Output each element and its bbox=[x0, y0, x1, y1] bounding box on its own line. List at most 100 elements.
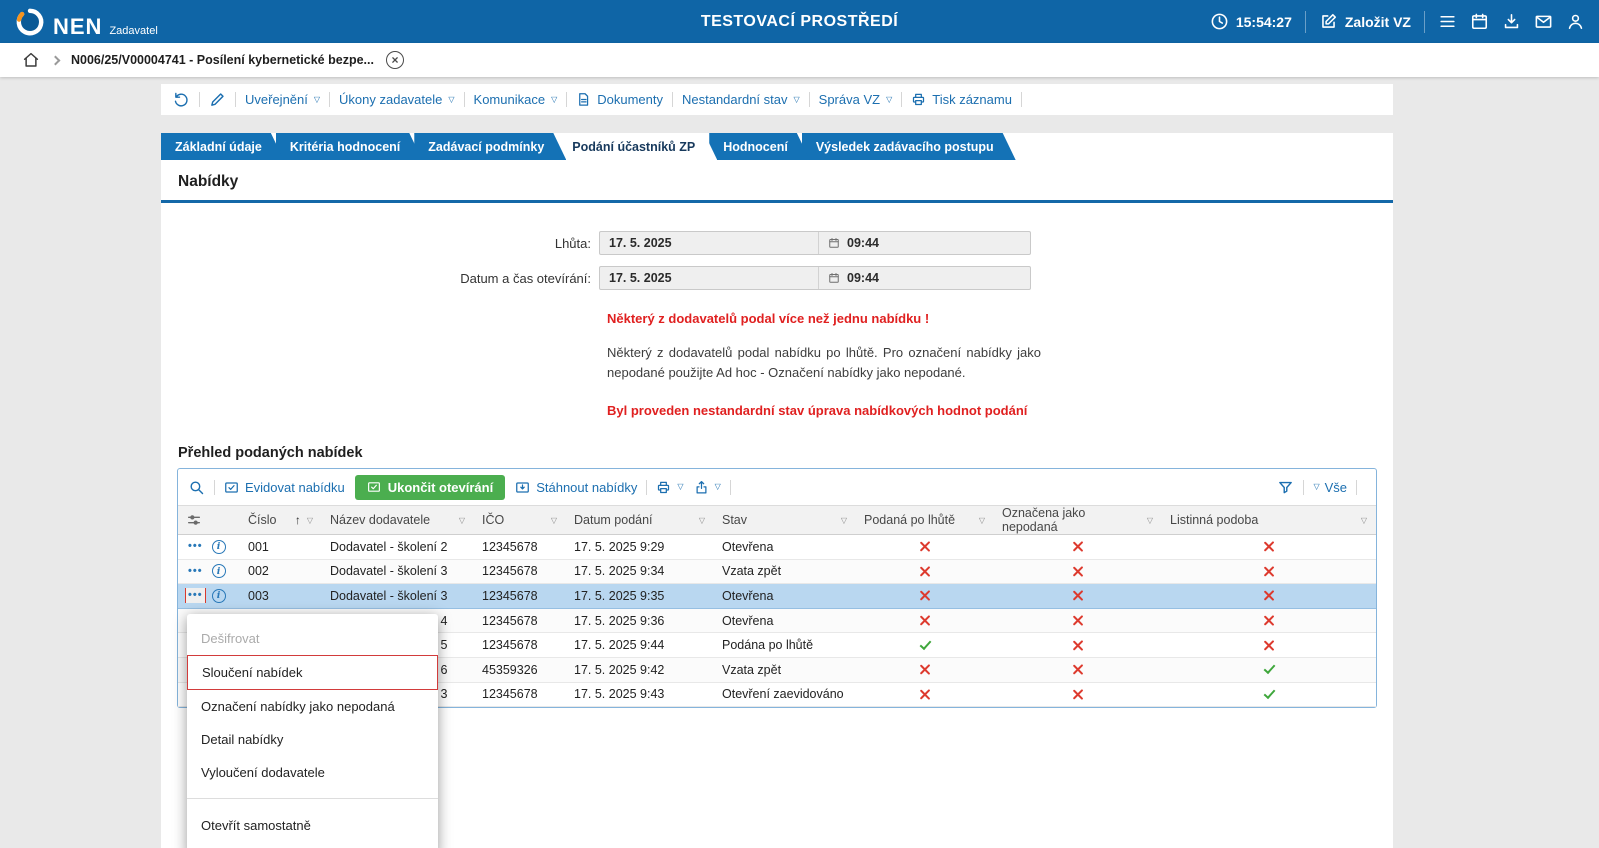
evidovat-label: Evidovat nabídku bbox=[245, 480, 345, 495]
column-filter-icon[interactable]: ▽ bbox=[551, 516, 557, 525]
cell-nazev: Dodavatel - školení 3 bbox=[322, 564, 474, 578]
row-menu-button[interactable]: ••• bbox=[186, 564, 205, 579]
oteviranie-datetime-field[interactable]: 17. 5. 2025 09:44 bbox=[599, 266, 1031, 290]
toolbar-item-label: Správa VZ bbox=[819, 92, 880, 107]
column-header-listinna[interactable]: Listinná podoba▽ bbox=[1162, 506, 1376, 534]
cross-icon bbox=[919, 540, 932, 553]
print-dropdown-button[interactable]: ▽ bbox=[656, 480, 683, 495]
toolbar-item-správa-vz[interactable]: Správa VZ▽ bbox=[819, 92, 893, 107]
column-header-nazev[interactable]: Název dodavatele ▽ bbox=[322, 506, 474, 534]
tab-hodnocení[interactable]: Hodnocení bbox=[709, 133, 810, 160]
chevron-down-icon: ▽ bbox=[1313, 483, 1319, 491]
cell-cislo: 003 bbox=[240, 589, 322, 603]
tab-kritéria-hodnocení[interactable]: Kritéria hodnocení bbox=[276, 133, 422, 160]
ukoncit-oteviranie-button[interactable]: Ukončit otevírání bbox=[355, 475, 505, 500]
menu-item-sloučení-nabídek[interactable]: Sloučení nabídek bbox=[187, 655, 438, 690]
evidovat-nabidku-button[interactable]: Evidovat nabídku bbox=[224, 480, 345, 495]
info-icon[interactable]: i bbox=[212, 564, 226, 578]
create-vz-button[interactable]: Založit VZ bbox=[1319, 12, 1411, 31]
top-header-bar: NEN Zadavatel TESTOVACÍ PROSTŘEDÍ 15:54:… bbox=[0, 0, 1599, 43]
cell-stav: Otevření zaevidováno bbox=[714, 687, 856, 701]
cell-ico: 12345678 bbox=[474, 564, 566, 578]
divider bbox=[329, 92, 330, 107]
calendar-icon[interactable] bbox=[1470, 12, 1489, 31]
field-label-lhuta: Lhůta: bbox=[161, 236, 599, 251]
export-dropdown-button[interactable]: ▽ bbox=[694, 480, 721, 495]
column-filter-icon[interactable]: ▽ bbox=[1361, 516, 1367, 525]
column-label: Název dodavatele bbox=[330, 513, 430, 527]
column-header-datum[interactable]: Datum podání▽ bbox=[566, 506, 714, 534]
column-filter-icon[interactable]: ▽ bbox=[1147, 516, 1153, 525]
column-filter-icon[interactable]: ▽ bbox=[459, 516, 465, 525]
table-row[interactable]: •••i003Dodavatel - školení 31234567817. … bbox=[178, 584, 1376, 609]
search-icon[interactable] bbox=[188, 479, 205, 496]
vse-label: Vše bbox=[1325, 480, 1347, 495]
info-icon[interactable]: i bbox=[212, 540, 226, 554]
column-filter-icon[interactable]: ▽ bbox=[979, 516, 985, 525]
close-icon[interactable]: × bbox=[386, 51, 404, 69]
application-window: { "ui": { "caret_char": "▽", "sort_asc_c… bbox=[0, 0, 1599, 848]
undo-icon[interactable] bbox=[173, 91, 190, 108]
card-check-icon bbox=[367, 480, 381, 494]
column-filter-icon[interactable]: ▽ bbox=[841, 516, 847, 525]
user-icon[interactable] bbox=[1566, 12, 1585, 31]
lhuta-datetime-field[interactable]: 17. 5. 2025 09:44 bbox=[599, 231, 1031, 255]
column-header-ico[interactable]: IČO▽ bbox=[474, 506, 566, 534]
printer-icon bbox=[911, 92, 926, 107]
column-header-cislo[interactable]: Číslo↑▽ bbox=[240, 506, 322, 534]
toolbar-item-komunikace[interactable]: Komunikace ▽ bbox=[474, 92, 558, 107]
column-header-nepodana[interactable]: Označena jako nepodaná▽ bbox=[994, 506, 1162, 534]
main-panel: Základní údajeKritéria hodnoceníZadávací… bbox=[161, 133, 1393, 848]
tab-výsledek-zadávacího-postupu[interactable]: Výsledek zadávacího postupu bbox=[802, 133, 1016, 160]
cell-listinna-podoba bbox=[1162, 614, 1376, 627]
nen-logo[interactable]: NEN Zadavatel bbox=[14, 6, 158, 38]
toolbar-item-tisk-záznamu[interactable]: Tisk záznamu bbox=[911, 92, 1012, 107]
filter-icon[interactable] bbox=[1277, 479, 1294, 496]
toolbar-item-uveřejnění[interactable]: Uveřejnění▽ bbox=[245, 92, 320, 107]
mail-icon[interactable] bbox=[1534, 12, 1553, 31]
download-icon[interactable] bbox=[1502, 12, 1521, 31]
row-menu-button[interactable]: ••• bbox=[186, 588, 205, 603]
column-settings-cell[interactable] bbox=[178, 506, 240, 534]
column-header-stav[interactable]: Stav▽ bbox=[714, 506, 856, 534]
column-filter-icon[interactable]: ▽ bbox=[307, 516, 313, 525]
menu-icon[interactable] bbox=[1438, 12, 1457, 31]
lhuta-time-part[interactable]: 09:44 bbox=[818, 232, 1030, 254]
cross-icon bbox=[1072, 589, 1085, 602]
tab-zadávací-podmínky[interactable]: Zadávací podmínky bbox=[414, 133, 566, 160]
stahnout-nabidky-button[interactable]: Stáhnout nabídky bbox=[515, 480, 637, 495]
menu-item-otevřít-samostatně[interactable]: Otevřít samostatně bbox=[187, 806, 438, 842]
oteviranie-date-value[interactable]: 17. 5. 2025 bbox=[600, 271, 818, 285]
view-all-dropdown[interactable]: ▽ Vše bbox=[1313, 480, 1347, 495]
divider bbox=[901, 92, 902, 107]
row-menu-button[interactable]: ••• bbox=[186, 539, 205, 554]
table-row[interactable]: •••i001Dodavatel - školení 21234567817. … bbox=[178, 535, 1376, 560]
cell-cislo: 002 bbox=[240, 564, 322, 578]
toolbar-item-úkony-zadavatele[interactable]: Úkony zadavatele▽ bbox=[339, 92, 455, 107]
info-icon[interactable]: i bbox=[212, 589, 226, 603]
tab-podání-účastníků-zp[interactable]: Podání účastníků ZP bbox=[558, 133, 717, 160]
home-icon[interactable] bbox=[22, 51, 40, 69]
chevron-down-icon: ▽ bbox=[551, 96, 557, 104]
tab-základní-údaje[interactable]: Základní údaje bbox=[161, 133, 284, 160]
menu-item-označení-nabídky-jako-nepodaná[interactable]: Označení nabídky jako nepodaná bbox=[187, 690, 438, 723]
table-row[interactable]: •••i002Dodavatel - školení 31234567817. … bbox=[178, 560, 1376, 585]
stahnout-label: Stáhnout nabídky bbox=[536, 480, 637, 495]
breadcrumb-item[interactable]: N006/25/V00004741 - Posílení kybernetick… bbox=[71, 53, 374, 67]
cross-icon bbox=[1263, 565, 1276, 578]
column-header-lhuta[interactable]: Podaná po lhůtě▽ bbox=[856, 506, 994, 534]
toolbar-item-nestandardní-stav[interactable]: Nestandardní stav▽ bbox=[682, 92, 800, 107]
menu-item-detail-nabídky[interactable]: Detail nabídky bbox=[187, 723, 438, 756]
edit-pencil-icon[interactable] bbox=[209, 91, 226, 108]
warning-nonstandard-state: Byl proveden nestandardní stav úprava na… bbox=[607, 403, 1041, 418]
column-filter-icon[interactable]: ▽ bbox=[699, 516, 705, 525]
menu-item-vyloučení-dodavatele[interactable]: Vyloučení dodavatele bbox=[187, 756, 438, 789]
cell-oznacena-nepodana bbox=[994, 589, 1162, 602]
oteviranie-time-part[interactable]: 09:44 bbox=[818, 267, 1030, 289]
toolbar-item-dokumenty[interactable]: Dokumenty bbox=[576, 92, 663, 107]
divider bbox=[1021, 92, 1022, 107]
lhuta-date-value[interactable]: 17. 5. 2025 bbox=[600, 236, 818, 250]
create-vz-label: Založit VZ bbox=[1345, 14, 1411, 30]
cell-nazev: Dodavatel - školení 3 bbox=[322, 589, 474, 603]
toolbar-item-label: Komunikace bbox=[474, 92, 546, 107]
